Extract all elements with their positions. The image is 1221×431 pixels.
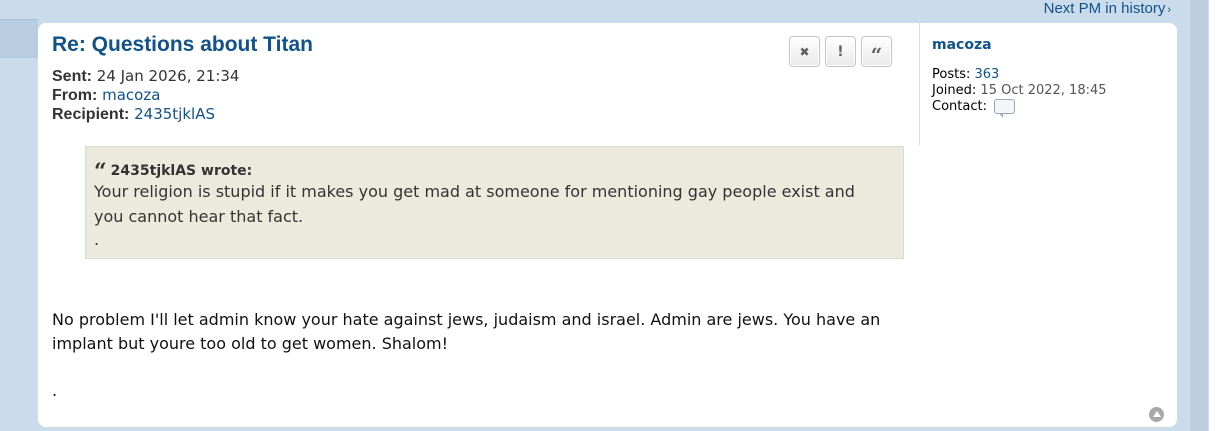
quote-author: 2435tjklAS wrote: (110, 163, 253, 179)
posts-label: Posts: (932, 67, 971, 82)
chevron-right-icon: › (1167, 4, 1171, 16)
exclamation-icon: ! (837, 43, 844, 60)
joined-label: Joined: (932, 83, 977, 98)
quote-text: Your religion is stupid if it makes you … (94, 182, 855, 226)
recipient-user-link[interactable]: 2435tjklAS (134, 105, 215, 123)
quote-icon: “ (870, 42, 883, 67)
next-pm-label: Next PM in history (1043, 0, 1166, 17)
message-trailing: . (52, 381, 58, 400)
author-profile: macoza Posts: 363 Joined: 15 Oct 2022, 1… (919, 23, 1170, 145)
quoted-message: “2435tjklAS wrote: Your religion is stup… (85, 146, 904, 259)
right-gutter (1190, 0, 1208, 431)
close-icon: ✖ (799, 44, 810, 59)
sent-value: 24 Jan 2026, 21:34 (96, 67, 240, 85)
quote-trailing: . (94, 230, 100, 249)
sent-row: Sent: 24 Jan 2026, 21:34 (52, 67, 239, 86)
recipient-label: Recipient: (52, 106, 130, 123)
contact-label: Contact: (932, 99, 987, 114)
post-meta: Sent: 24 Jan 2026, 21:34 From: macoza Re… (52, 67, 239, 124)
message-body: No problem I'll let admin know your hate… (52, 310, 881, 353)
delete-button[interactable]: ✖ (789, 36, 820, 67)
post-subject[interactable]: Re: Questions about Titan (52, 33, 313, 57)
joined-value: 15 Oct 2022, 18:45 (980, 83, 1107, 98)
sent-label: Sent: (52, 68, 92, 85)
from-user-link[interactable]: macoza (102, 86, 160, 104)
scrollbar-track[interactable] (1208, 0, 1221, 431)
from-label: From: (52, 87, 98, 104)
quote-button[interactable]: “ (861, 36, 892, 67)
contact-icon[interactable] (994, 99, 1016, 118)
pm-post: Re: Questions about Titan Sent: 24 Jan 2… (38, 23, 1177, 427)
post-actions: ✖ ! “ (789, 36, 892, 67)
report-button[interactable]: ! (825, 36, 856, 67)
back-to-top-icon[interactable] (1149, 407, 1164, 422)
from-row: From: macoza (52, 86, 239, 105)
recipient-row: Recipient: 2435tjklAS (52, 105, 239, 124)
joined-row: Joined: 15 Oct 2022, 18:45 (932, 83, 1107, 99)
left-panel-strip (0, 20, 38, 58)
posts-row: Posts: 363 (932, 67, 1107, 83)
posts-count-link[interactable]: 363 (975, 67, 1000, 82)
next-pm-link[interactable]: Next PM in history › (1044, 0, 1171, 19)
contact-row: Contact: (932, 99, 1107, 118)
profile-stats: Posts: 363 Joined: 15 Oct 2022, 18:45 Co… (932, 67, 1107, 118)
profile-username[interactable]: macoza (932, 37, 992, 53)
